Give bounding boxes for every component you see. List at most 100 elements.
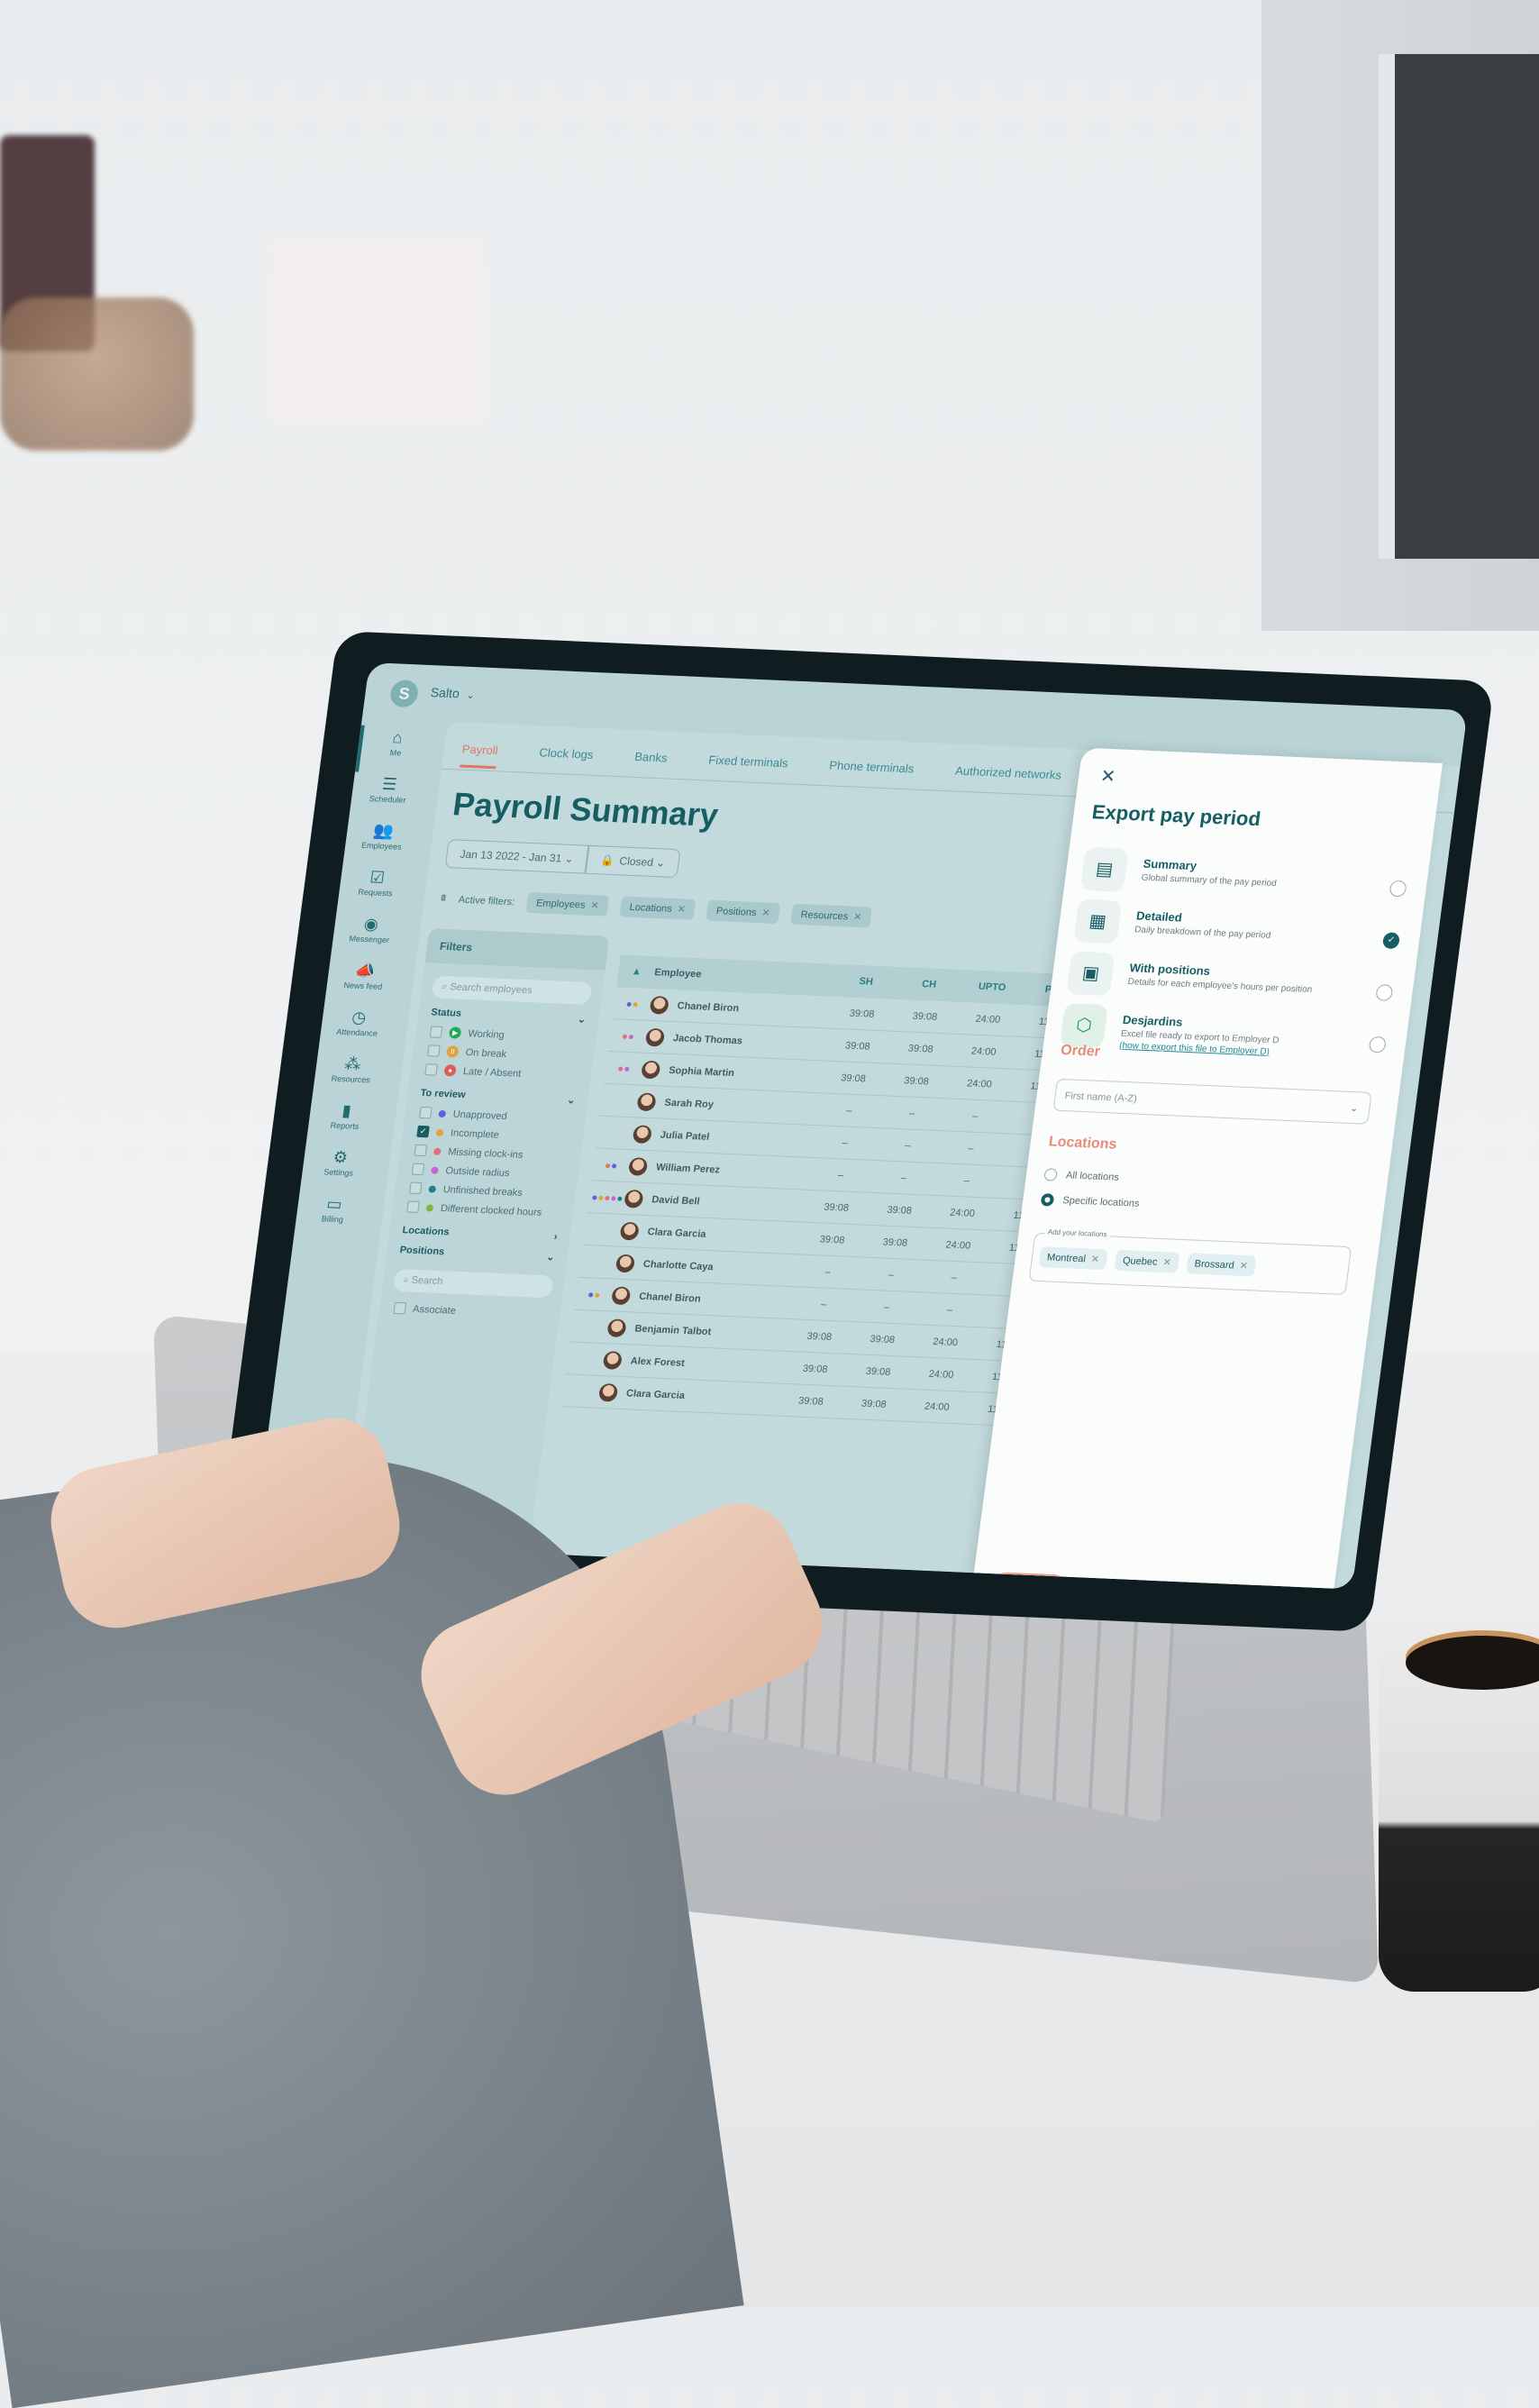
position-row[interactable]: Associate	[378, 1298, 561, 1325]
sidebar-item-billing[interactable]: ▭ Billing	[294, 1191, 372, 1241]
checkbox[interactable]	[393, 1301, 407, 1315]
filter-chip-positions[interactable]: Positions ✕	[706, 899, 781, 925]
row-flags	[567, 1353, 605, 1365]
radio-button[interactable]	[1043, 1168, 1059, 1181]
period-range-select[interactable]: Jan 13 2022 - Jan 31 ⌄	[444, 839, 589, 874]
close-icon[interactable]: ✕	[761, 908, 771, 918]
location-chip[interactable]: Quebec ✕	[1114, 1249, 1180, 1273]
tab-authorized-networks[interactable]: Authorized networks	[953, 764, 1062, 794]
checkbox[interactable]	[424, 1063, 438, 1076]
avatar	[624, 1189, 644, 1209]
search-icon: ⌕	[441, 981, 449, 993]
filter-chip-employees[interactable]: Employees ✕	[525, 891, 610, 917]
status-icon: ▶	[448, 1026, 462, 1039]
filter-chip-locations[interactable]: Locations ✕	[619, 896, 697, 920]
org-switcher[interactable]: Salto ⌄	[430, 685, 476, 701]
checkbox[interactable]	[411, 1163, 425, 1176]
sidebar-item-news-feed[interactable]: 📣 News feed	[324, 958, 403, 1008]
order-select[interactable]: First name (A-Z) ⌄	[1052, 1078, 1372, 1125]
avatar	[644, 1027, 666, 1047]
review-label: Unfinished breaks	[442, 1183, 524, 1199]
close-icon[interactable]: ✕	[1099, 765, 1117, 789]
option-name: Desjardins	[1122, 1012, 1184, 1029]
positions-list: Associate	[378, 1298, 561, 1325]
status-title: Status	[430, 1007, 462, 1019]
location-chip[interactable]: Montreal ✕	[1038, 1246, 1108, 1271]
positions-group-header[interactable]: Positions ⌄	[399, 1245, 556, 1263]
location-chips: Montreal ✕ Quebec ✕ Brossard ✕	[1038, 1246, 1257, 1277]
filter-chip-resources[interactable]: Resources ✕	[790, 903, 872, 928]
radio-button[interactable]	[1368, 1035, 1387, 1054]
radio-label: Specific locations	[1061, 1195, 1141, 1209]
positions-title: Positions	[398, 1245, 445, 1258]
cell-ch: –	[887, 1269, 895, 1281]
filter-chip-label: Resources	[799, 909, 849, 923]
radio-button[interactable]	[1375, 984, 1394, 1001]
column-header-upto[interactable]: UPTO	[960, 981, 1024, 994]
sidebar-item-attendance[interactable]: ◷ Attendance	[318, 1005, 396, 1054]
location-chip-label: Montreal	[1046, 1252, 1087, 1265]
cell-ch: 39:08	[886, 1204, 913, 1217]
column-header-employee[interactable]: Employee	[654, 967, 835, 986]
radio-button[interactable]	[1389, 880, 1407, 898]
sidebar-item-messenger[interactable]: ◉ Messenger	[331, 912, 409, 962]
location-chip[interactable]: Brossard ✕	[1186, 1253, 1257, 1277]
tab-clock-logs[interactable]: Clock logs	[537, 745, 595, 772]
tab-payroll[interactable]: Payroll	[460, 742, 499, 770]
locations-input[interactable]: Add your locations Montreal ✕ Quebec ✕ Bross…	[1028, 1227, 1352, 1295]
sidebar-item-employees[interactable]: 👥 Employees	[342, 818, 421, 868]
close-icon[interactable]: ✕	[1090, 1254, 1100, 1265]
location-mode-specific-locations[interactable]: Specific locations	[1040, 1193, 1141, 1210]
tab-phone-terminals[interactable]: Phone terminals	[827, 758, 915, 787]
tab-banks[interactable]: Banks	[633, 750, 668, 776]
sidebar-item-settings[interactable]: ⚙ Settings	[300, 1145, 378, 1194]
checkbox[interactable]	[408, 1181, 423, 1195]
sidebar-item-scheduler[interactable]: ☰ Scheduler	[349, 771, 427, 821]
cell-upto: –	[950, 1272, 958, 1283]
cell-upto: 24:00	[927, 1368, 955, 1381]
checkbox[interactable]	[427, 1044, 441, 1057]
close-icon[interactable]: ✕	[1239, 1261, 1249, 1272]
cell-upto: 24:00	[944, 1239, 971, 1252]
sidebar-item-resources[interactable]: ⁂ Resources	[312, 1052, 390, 1101]
column-header-sh[interactable]: SH	[833, 975, 898, 989]
positions-search-input[interactable]: ⌕ Search	[392, 1268, 554, 1299]
sidebar-item-requests[interactable]: ☑ Requests	[337, 865, 415, 915]
location-chip-label: Quebec	[1122, 1255, 1159, 1268]
avatar	[615, 1254, 636, 1272]
tab-fixed-terminals[interactable]: Fixed terminals	[706, 753, 789, 782]
avatar	[649, 995, 670, 1015]
avatar	[636, 1091, 657, 1111]
locations-group-header[interactable]: Locations ›	[402, 1225, 558, 1242]
checkbox[interactable]	[418, 1106, 433, 1119]
review-label: Different clocked hours	[440, 1202, 543, 1218]
cell-upto: –	[962, 1174, 970, 1187]
close-icon[interactable]: ✕	[590, 900, 600, 911]
status-label: On break	[465, 1046, 507, 1060]
radio-button[interactable]: ✓	[1381, 932, 1401, 950]
sidebar-item-reports[interactable]: ▮ Reports	[306, 1099, 385, 1148]
location-mode-all-locations[interactable]: All locations	[1043, 1168, 1120, 1184]
sidebar-item-me[interactable]: ⌂ Me	[355, 725, 433, 775]
period-status-select[interactable]: 🔒 Closed ⌄	[585, 844, 681, 879]
employee-name: David Bell	[651, 1193, 701, 1208]
close-icon[interactable]: ✕	[1162, 1257, 1172, 1268]
checkbox[interactable]	[414, 1144, 428, 1157]
cell-sh: 39:08	[840, 1072, 867, 1084]
checkbox[interactable]: ✓	[416, 1125, 430, 1138]
filter-chip-label: Positions	[715, 906, 758, 918]
radio-button[interactable]	[1040, 1193, 1055, 1207]
status-dot	[433, 1147, 442, 1155]
option-description: Details for each employee's hours per po…	[1126, 977, 1313, 995]
close-icon[interactable]: ✕	[677, 904, 687, 915]
checkbox[interactable]	[406, 1200, 420, 1213]
lock-icon: 🔒	[599, 853, 615, 868]
employee-name: Clara Garcia	[646, 1226, 707, 1240]
sidebar-item-label: Reports	[330, 1120, 360, 1131]
locations-legend: Add your locations	[1044, 1227, 1111, 1239]
order-value: First name (A-Z)	[1063, 1090, 1138, 1105]
column-header-ch[interactable]: CH	[897, 978, 961, 991]
close-icon[interactable]: ✕	[852, 912, 862, 923]
checkbox[interactable]	[429, 1026, 443, 1038]
employee-search-input[interactable]: ⌕ Search employees	[431, 975, 593, 1006]
